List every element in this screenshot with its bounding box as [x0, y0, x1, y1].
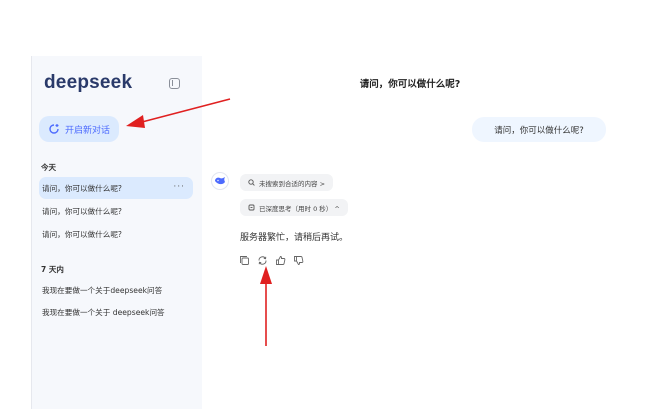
section-label-today: 今天	[41, 163, 56, 172]
history-item[interactable]: 请问，你可以做什么呢?	[39, 200, 193, 222]
user-message-text: 请问，你可以做什么呢?	[494, 125, 584, 136]
assistant-answer: 服务器繁忙，请稍后再试。	[240, 233, 349, 243]
think-icon	[248, 204, 255, 211]
chat-title: 请问，你可以做什么呢?	[359, 79, 461, 90]
new-chat-label: 开启新对话	[65, 125, 111, 136]
deep-think-pill[interactable]: 已深度思考（用时 0 秒） ^	[240, 199, 348, 216]
message-actions	[239, 251, 304, 265]
annotation-arrow	[260, 266, 272, 346]
deepseek-logo: deepseek	[44, 72, 133, 93]
history-item-label: 我现在要做一个关于 deepseek问答	[42, 307, 165, 317]
copy-icon[interactable]	[239, 251, 250, 265]
history-item[interactable]: 请问，你可以做什么呢?	[39, 223, 193, 245]
history-item[interactable]: 请问，你可以做什么呢? ···	[39, 177, 193, 199]
user-message-bubble: 请问，你可以做什么呢?	[472, 117, 606, 142]
like-icon[interactable]	[275, 251, 286, 265]
section-label-7days: 7 天内	[41, 265, 64, 274]
think-pill-label: 已深度思考（用时 0 秒） ^	[259, 204, 340, 213]
history-item[interactable]: 我现在要做一个关于deepseek问答	[39, 279, 193, 301]
regenerate-icon[interactable]	[257, 251, 268, 265]
collapse-sidebar-icon[interactable]	[169, 78, 180, 89]
search-result-pill[interactable]: 未搜索到合适的内容 >	[240, 174, 334, 191]
dislike-icon[interactable]	[293, 251, 304, 265]
history-item-label: 我现在要做一个关于deepseek问答	[42, 285, 163, 295]
new-chat-button[interactable]: 开启新对话	[39, 116, 119, 142]
more-icon[interactable]: ···	[173, 182, 185, 192]
search-icon	[248, 179, 255, 186]
history-item[interactable]: 我现在要做一个关于 deepseek问答	[39, 301, 193, 323]
history-item-label: 请问，你可以做什么呢?	[42, 183, 122, 193]
history-item-label: 请问，你可以做什么呢?	[42, 229, 122, 239]
new-chat-icon	[49, 124, 59, 134]
search-pill-label: 未搜索到合适的内容 >	[259, 179, 326, 188]
deepseek-whale-icon	[211, 172, 229, 190]
history-item-label: 请问，你可以做什么呢?	[42, 206, 122, 216]
sidebar: deepseek 开启新对话 今天 请问，你可以做什么呢? ··· 请问，你可以…	[31, 56, 202, 409]
